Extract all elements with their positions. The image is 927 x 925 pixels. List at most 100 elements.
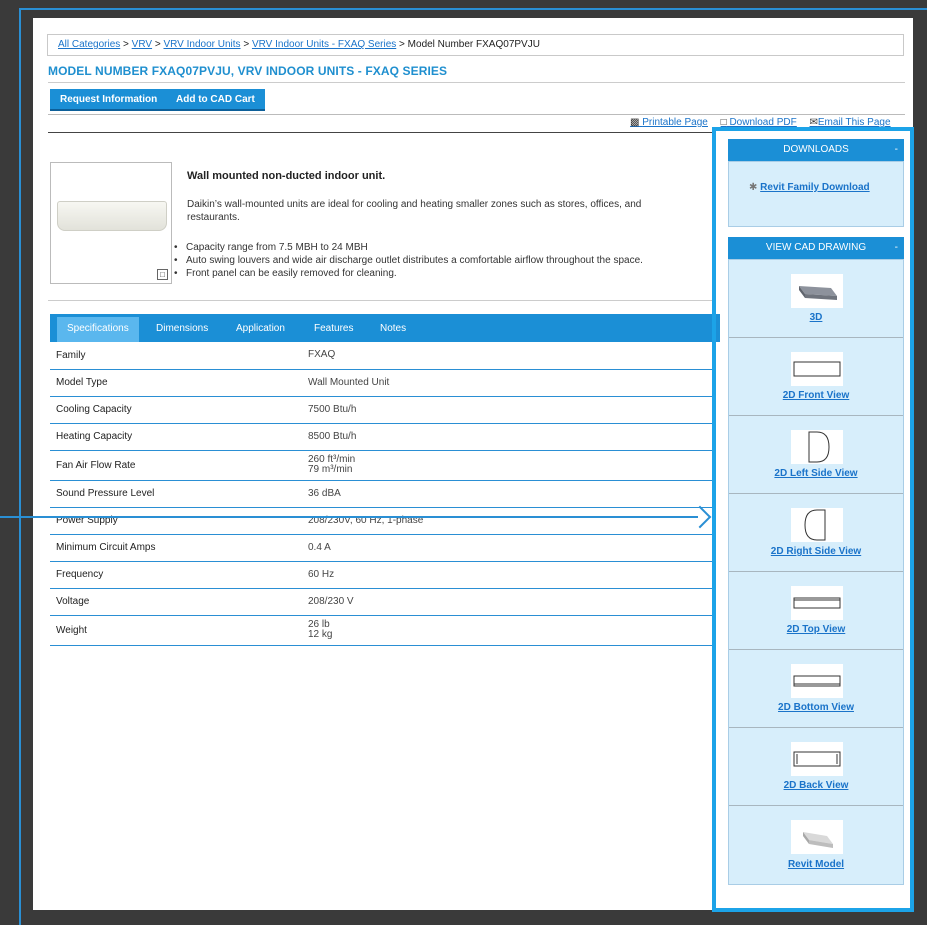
breadcrumb-separator: >: [243, 39, 250, 50]
spec-value: Wall Mounted Unit: [308, 369, 713, 397]
spec-value: 0.4 A: [308, 534, 713, 562]
asterisk-icon: ✱: [749, 182, 758, 193]
dark-background-bottom: [0, 910, 927, 925]
collapse-icon[interactable]: -: [895, 139, 898, 161]
right-side-view-thumbnail: [791, 508, 843, 542]
page-title: MODEL NUMBER FXAQ07PVJU, VRV INDOOR UNIT…: [48, 64, 448, 78]
breadcrumb-separator: >: [123, 39, 129, 50]
table-row: Model Type Wall Mounted Unit: [50, 369, 713, 397]
revit-model-thumbnail: [791, 820, 843, 854]
sidebar: DOWNLOADS - ✱ Revit Family Download VIEW…: [728, 139, 904, 885]
breadcrumb-separator: >: [154, 39, 161, 50]
cad-drawing-header[interactable]: VIEW CAD DRAWING -: [728, 237, 904, 259]
revit-family-download-link[interactable]: Revit Family Download: [760, 182, 869, 193]
table-row: Weight 26 lb 12 kg: [50, 615, 713, 646]
cad-drawing-panel: 3D 2D Front View 2D Left Side View 2D Ri…: [728, 259, 904, 885]
callout-arrow-line: [0, 516, 698, 518]
spec-value: 208/230 V: [308, 588, 713, 616]
product-heading: Wall mounted non-ducted indoor unit.: [187, 170, 386, 182]
cad-item-2d-front[interactable]: 2D Front View: [729, 338, 903, 416]
3d-model-thumbnail: [791, 274, 843, 308]
spec-value: 260 ft³/min 79 m³/min: [308, 450, 713, 481]
enlarge-icon[interactable]: □: [157, 269, 168, 280]
spec-value-line: 12 kg: [308, 629, 333, 640]
cad-item-2d-right[interactable]: 2D Right Side View: [729, 494, 903, 572]
dark-background-right: [912, 0, 927, 925]
product-description: Daikin’s wall-mounted units are ideal fo…: [187, 199, 642, 223]
spec-value: 36 dBA: [308, 480, 713, 508]
spec-name: Voltage: [50, 588, 308, 616]
left-side-view-thumbnail: [791, 430, 843, 464]
spec-name: Heating Capacity: [50, 423, 308, 451]
spec-name: Minimum Circuit Amps: [50, 534, 308, 562]
specifications-table: Family FXAQ Model Type Wall Mounted Unit C…: [50, 342, 713, 646]
add-to-cad-cart-button[interactable]: Add to CAD Cart: [166, 89, 265, 111]
table-row: Frequency 60 Hz: [50, 561, 713, 589]
spec-value: 8500 Btu/h: [308, 423, 713, 451]
tab-application[interactable]: Application: [226, 317, 295, 342]
breadcrumb: All Categories > VRV > VRV Indoor Units …: [47, 34, 904, 56]
table-row: Heating Capacity 8500 Btu/h: [50, 423, 713, 451]
table-row: Minimum Circuit Amps 0.4 A: [50, 534, 713, 562]
tab-specifications[interactable]: Specifications: [57, 317, 139, 342]
dark-background-left: [0, 0, 33, 925]
spec-value-line: 260 ft³/min: [308, 454, 356, 465]
breadcrumb-separator: >: [399, 39, 405, 50]
breadcrumb-fxaq-series[interactable]: VRV Indoor Units - FXAQ Series: [252, 39, 396, 50]
wall-unit-illustration: [57, 201, 167, 231]
bottom-view-thumbnail: [791, 664, 843, 698]
highlight-edge-top: [19, 8, 927, 10]
table-row: Fan Air Flow Rate 260 ft³/min 79 m³/min: [50, 450, 713, 481]
downloads-title: DOWNLOADS: [783, 144, 849, 155]
feature-item: Capacity range from 7.5 MBH to 24 MBH: [174, 241, 643, 254]
cad-item-revit-model[interactable]: Revit Model: [729, 806, 903, 884]
spec-name: Weight: [50, 615, 308, 646]
spec-value: 208/230V, 60 Hz, 1-phase: [308, 507, 713, 535]
cad-item-2d-top[interactable]: 2D Top View: [729, 572, 903, 650]
cad-label: 2D Right Side View: [770, 546, 862, 557]
highlight-edge-left: [19, 8, 21, 925]
cad-label: 2D Top View: [786, 624, 846, 635]
back-view-thumbnail: [791, 742, 843, 776]
table-row: Voltage 208/230 V: [50, 588, 713, 616]
spec-name: Power Supply: [50, 507, 308, 535]
cad-item-2d-bottom[interactable]: 2D Bottom View: [729, 650, 903, 728]
cad-label: 2D Front View: [782, 390, 850, 401]
printer-icon: ▩: [630, 117, 640, 128]
product-image[interactable]: □: [50, 162, 172, 284]
divider: [48, 132, 713, 133]
spec-name: Fan Air Flow Rate: [50, 450, 308, 481]
spec-value-line: 79 m³/min: [308, 464, 353, 475]
tab-dimensions[interactable]: Dimensions: [146, 317, 218, 342]
printable-page-link[interactable]: ▩ Printable Page: [630, 117, 708, 128]
cad-label: 3D: [809, 312, 823, 323]
feature-list: Capacity range from 7.5 MBH to 24 MBH Au…: [174, 241, 643, 280]
spec-name: Frequency: [50, 561, 308, 589]
breadcrumb-vrv[interactable]: VRV: [132, 39, 152, 50]
spec-value: 7500 Btu/h: [308, 396, 713, 424]
tab-features[interactable]: Features: [304, 317, 363, 342]
collapse-icon[interactable]: -: [895, 237, 898, 259]
spec-value: 60 Hz: [308, 561, 713, 589]
cad-label: 2D Back View: [783, 780, 849, 791]
spec-name: Sound Pressure Level: [50, 480, 308, 508]
downloads-header[interactable]: DOWNLOADS -: [728, 139, 904, 161]
spec-value: FXAQ: [308, 342, 713, 370]
table-row: Family FXAQ: [50, 342, 713, 370]
front-view-thumbnail: [791, 352, 843, 386]
downloads-panel: ✱ Revit Family Download: [728, 161, 904, 227]
feature-item: Front panel can be easily removed for cl…: [174, 267, 643, 280]
tab-notes[interactable]: Notes: [370, 317, 416, 342]
spec-name: Cooling Capacity: [50, 396, 308, 424]
breadcrumb-vrv-indoor-units[interactable]: VRV Indoor Units: [163, 39, 240, 50]
cad-label: 2D Bottom View: [778, 702, 854, 713]
cad-label: 2D Left Side View: [774, 468, 858, 479]
breadcrumb-all-categories[interactable]: All Categories: [58, 39, 120, 50]
cad-item-2d-back[interactable]: 2D Back View: [729, 728, 903, 806]
top-view-thumbnail: [791, 586, 843, 620]
table-row: Sound Pressure Level 36 dBA: [50, 480, 713, 508]
cad-label: Revit Model: [787, 859, 845, 870]
request-information-button[interactable]: Request Information: [50, 89, 168, 111]
cad-item-2d-left[interactable]: 2D Left Side View: [729, 416, 903, 494]
cad-item-3d[interactable]: 3D: [729, 260, 903, 338]
